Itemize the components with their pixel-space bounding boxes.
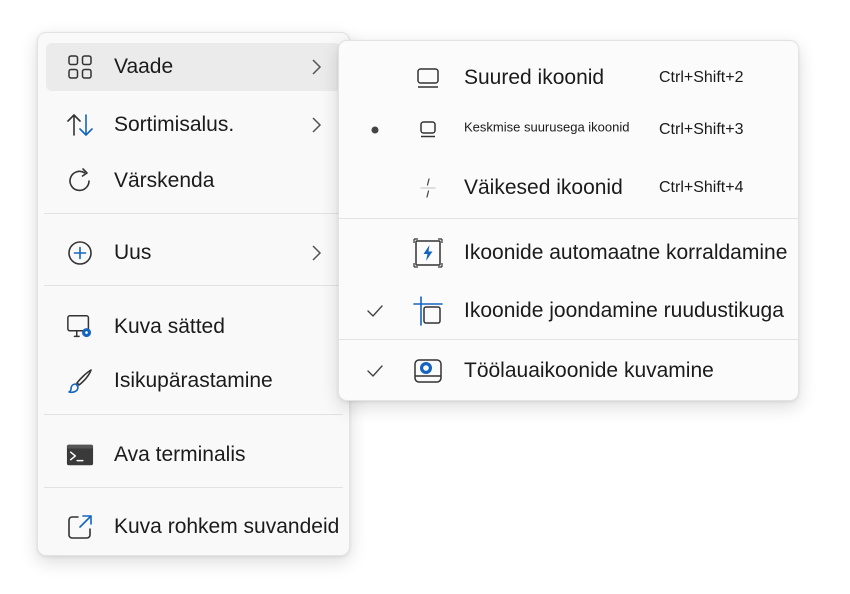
share-external-icon (66, 513, 94, 541)
submenu-item-medium-icons[interactable]: Keskmise suurusega ikoonid Ctrl+Shift+3 (339, 105, 798, 155)
keyboard-shortcut: Ctrl+Shift+4 (659, 179, 744, 196)
small-icons-icon (411, 171, 445, 205)
menu-item-label: Kuva rohkem suvandeid (114, 515, 340, 538)
view-submenu: Suured ikoonid Ctrl+Shift+2 Keskmise suu… (338, 40, 799, 401)
submenu-separator (339, 218, 798, 219)
submenu-item-small-icons[interactable]: Väikesed ikoonid Ctrl+Shift+4 (339, 163, 798, 213)
submenu-item-align-to-grid[interactable]: Ikoonide joondamine ruudustikuga (339, 286, 798, 336)
submenu-item-label: Suured ikoonid (464, 66, 605, 89)
submenu-item-label: Ikoonide joondamine ruudustikuga (464, 299, 784, 322)
menu-item-new[interactable]: Uus (46, 229, 341, 277)
menu-item-label: Värskenda (114, 169, 215, 192)
menu-item-show-more-options[interactable]: Kuva rohkem suvandeid (46, 503, 341, 551)
menu-separator (44, 414, 343, 415)
auto-arrange-icon (411, 236, 445, 270)
menu-item-label: Uus (114, 241, 152, 264)
add-circle-icon (66, 239, 94, 267)
desktop-context-menu: Vaade Sortimisalus. Värskenda Uus Kuva s… (37, 32, 350, 556)
menu-item-sort-by[interactable]: Sortimisalus. (46, 101, 341, 149)
menu-separator (44, 487, 343, 488)
checkmark-icon (365, 361, 385, 381)
chevron-right-icon (309, 58, 323, 76)
keyboard-shortcut: Ctrl+Shift+2 (659, 69, 744, 86)
menu-item-label: Sortimisalus. (114, 113, 235, 136)
menu-item-personalize[interactable]: Isikupärastamine (46, 357, 341, 405)
menu-item-label: Vaade (114, 55, 174, 78)
menu-separator (44, 213, 343, 214)
submenu-item-large-icons[interactable]: Suured ikoonid Ctrl+Shift+2 (339, 53, 798, 103)
sort-arrows-icon (66, 111, 94, 139)
checkmark-icon (365, 301, 385, 321)
large-icons-icon (411, 61, 445, 95)
chevron-right-icon (309, 116, 323, 134)
submenu-item-label: Töölauaikoonide kuvamine (464, 359, 714, 382)
grid-view-icon (66, 53, 94, 81)
paintbrush-icon (66, 367, 94, 395)
menu-item-label: Isikupärastamine (114, 369, 273, 392)
submenu-item-label: Väikesed ikoonid (464, 176, 623, 199)
refresh-icon (66, 167, 94, 195)
menu-item-view[interactable]: Vaade (46, 43, 341, 91)
menu-item-label: Ava terminalis (114, 443, 246, 466)
menu-item-display-settings[interactable]: Kuva sätted (46, 303, 341, 351)
align-grid-icon (411, 294, 445, 328)
submenu-item-show-desktop-icons[interactable]: Töölauaikoonide kuvamine (339, 346, 798, 396)
submenu-separator (339, 339, 798, 340)
menu-item-open-terminal[interactable]: Ava terminalis (46, 431, 341, 479)
medium-icons-icon (411, 113, 445, 147)
submenu-item-label: Ikoonide automaatne korraldamine (464, 241, 788, 264)
show-desktop-icons-icon (411, 354, 445, 388)
submenu-item-auto-arrange[interactable]: Ikoonide automaatne korraldamine (339, 228, 798, 278)
menu-item-label: Kuva sätted (114, 315, 225, 338)
submenu-item-label: Keskmise suurusega ikoonid (464, 119, 630, 135)
selected-bullet-icon (365, 120, 385, 140)
terminal-icon (66, 441, 94, 469)
chevron-right-icon (309, 244, 323, 262)
menu-item-refresh[interactable]: Värskenda (46, 157, 341, 205)
keyboard-shortcut: Ctrl+Shift+3 (659, 121, 744, 138)
display-settings-icon (66, 313, 94, 341)
menu-separator (44, 285, 343, 286)
